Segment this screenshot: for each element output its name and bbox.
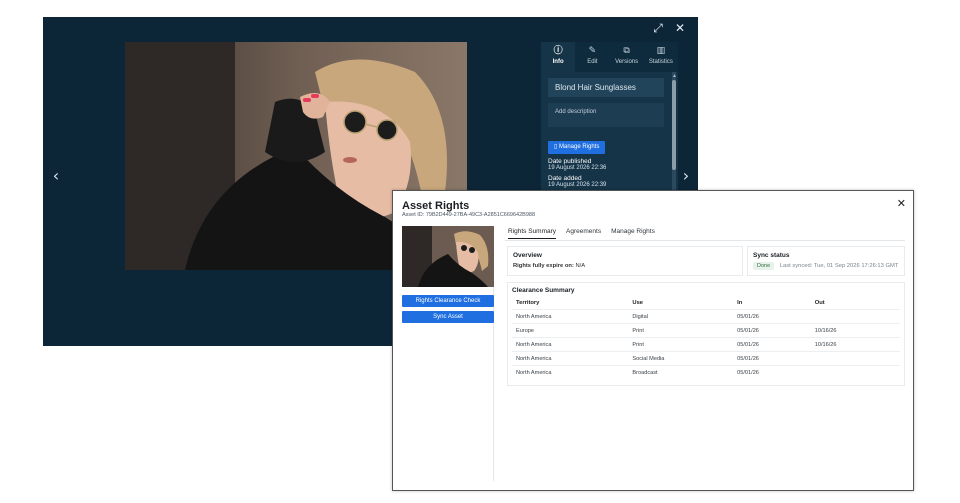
info-side-panel: ⓘ Info ✎ Edit ⧉ Versions ▥ Statistics Bl… <box>541 42 678 192</box>
versions-icon: ⧉ <box>623 46 630 56</box>
column-header-in: In <box>737 300 743 306</box>
sync-status-heading: Sync status <box>753 252 790 259</box>
expand-icon[interactable]: ⤢ <box>652 21 664 35</box>
tab-info[interactable]: ⓘ Info <box>541 42 576 72</box>
territory-cell: Europe <box>512 323 629 338</box>
territory-cell: North America <box>512 337 629 352</box>
rights-expire-row: Rights fully expire on: N/A <box>513 263 737 269</box>
date-published-value: 19 August 2026 22:36 <box>548 165 607 171</box>
last-synced-text: Last synced: Tue, 01 Sep 2026 17:26:13 G… <box>779 263 899 269</box>
sync-status-card: Sync status Done Last synced: Tue, 01 Se… <box>747 246 905 276</box>
table-row[interactable]: Europe Print 05/01/26 10/16/26 <box>512 323 900 338</box>
status-badge: Done <box>753 262 775 270</box>
overview-heading: Overview <box>513 252 542 259</box>
out-date-cell <box>810 365 900 380</box>
document-icon: ▯ <box>554 144 558 150</box>
previous-arrow-icon[interactable]: ‹ <box>49 168 63 184</box>
column-header-territory: Territory <box>516 300 540 306</box>
asset-id: Asset ID: 79B2D449-27BA-49C3-A2851C66964… <box>402 212 536 218</box>
rights-expire-value: N/A <box>575 263 586 269</box>
out-date-cell <box>810 351 900 366</box>
info-icon: ⓘ <box>553 46 563 56</box>
use-cell: Social Media <box>628 351 734 366</box>
tab-rights-summary[interactable]: Rights Summary <box>508 228 557 239</box>
asset-thumbnail <box>402 226 494 287</box>
table-row[interactable]: North America Social Media 05/01/26 <box>512 351 900 366</box>
out-date-cell: 10/16/26 <box>810 323 900 338</box>
tab-edit-label: Edit <box>587 59 598 65</box>
in-date-cell: 05/01/26 <box>733 323 811 338</box>
column-header-use: Use <box>632 300 644 306</box>
asset-title-field[interactable]: Blond Hair Sunglasses <box>548 78 664 97</box>
in-date-cell: 05/01/26 <box>733 337 811 352</box>
use-cell: Broadcast <box>628 365 734 380</box>
overview-card: Overview Rights fully expire on: N/A <box>507 246 743 276</box>
side-panel-tabs: ⓘ Info ✎ Edit ⧉ Versions ▥ Statistics <box>541 42 678 72</box>
table-row[interactable]: North America Broadcast 05/01/26 <box>512 365 900 380</box>
territory-cell: North America <box>512 351 629 366</box>
territory-cell: North America <box>512 309 629 324</box>
viewer-toolbar: ⤢ ✕ <box>652 21 686 35</box>
clearance-summary-heading: Clearance Summary <box>512 287 575 294</box>
tab-info-label: Info <box>552 59 564 65</box>
out-date-cell: 10/16/26 <box>810 337 900 352</box>
scroll-up-icon[interactable]: ▲ <box>672 73 677 79</box>
tab-statistics[interactable]: ▥ Statistics <box>644 42 678 72</box>
close-icon[interactable]: ✕ <box>897 197 906 210</box>
tab-statistics-label: Statistics <box>648 59 673 65</box>
date-published-label: Date published <box>548 158 592 165</box>
out-date-cell <box>810 309 900 324</box>
close-icon[interactable]: ✕ <box>674 21 686 35</box>
clearance-table: Territory Use In Out North America Digit… <box>512 297 900 380</box>
next-arrow-icon[interactable]: › <box>679 168 693 184</box>
side-panel-scrollbar[interactable] <box>672 72 676 192</box>
side-panel-body: Blond Hair Sunglasses Add description ▯ … <box>548 78 664 188</box>
description-field[interactable]: Add description <box>548 103 664 127</box>
table-header-row: Territory Use In Out <box>512 297 900 310</box>
clearance-summary-card: Clearance Summary Territory Use In Out N… <box>507 282 905 386</box>
manage-rights-label: Manage Rights <box>558 144 600 150</box>
sync-asset-button[interactable]: Sync Asset <box>402 311 494 323</box>
column-header-out: Out <box>814 300 825 306</box>
use-cell: Print <box>628 337 734 352</box>
manage-rights-button[interactable]: ▯ Manage Rights <box>548 141 606 154</box>
sync-status-row: Done Last synced: Tue, 01 Sep 2026 17:26… <box>753 262 899 270</box>
use-cell: Digital <box>628 309 734 324</box>
table-row[interactable]: North America Digital 05/01/26 <box>512 309 900 324</box>
use-cell: Print <box>628 323 734 338</box>
edit-icon: ✎ <box>588 46 597 56</box>
tab-manage-rights[interactable]: Manage Rights <box>611 228 655 239</box>
territory-cell: North America <box>512 365 629 380</box>
rights-expire-label: Rights fully expire on: <box>513 263 574 269</box>
tab-versions[interactable]: ⧉ Versions <box>610 42 644 72</box>
in-date-cell: 05/01/26 <box>733 365 811 380</box>
in-date-cell: 05/01/26 <box>733 309 811 324</box>
tab-edit[interactable]: ✎ Edit <box>575 42 609 72</box>
modal-tabs: Rights Summary Agreements Manage Rights <box>508 228 655 239</box>
scrollbar-thumb[interactable] <box>672 80 676 170</box>
asset-rights-modal: Asset Rights Asset ID: 79B2D449-27BA-49C… <box>392 190 914 491</box>
tabs-divider <box>505 240 905 241</box>
modal-title: Asset Rights <box>402 200 470 212</box>
date-added-label: Date added <box>548 175 582 182</box>
rights-clearance-check-button[interactable]: Rights Clearance Check <box>402 295 494 307</box>
tab-versions-label: Versions <box>615 59 639 65</box>
tab-agreements[interactable]: Agreements <box>566 228 601 239</box>
statistics-icon: ▥ <box>656 46 666 56</box>
in-date-cell: 05/01/26 <box>733 351 811 366</box>
date-added-value: 19 August 2026 22:39 <box>548 182 607 188</box>
modal-left-column: Rights Clearance Check Sync Asset <box>402 226 494 481</box>
table-row[interactable]: North America Print 05/01/26 10/16/26 <box>512 337 900 352</box>
